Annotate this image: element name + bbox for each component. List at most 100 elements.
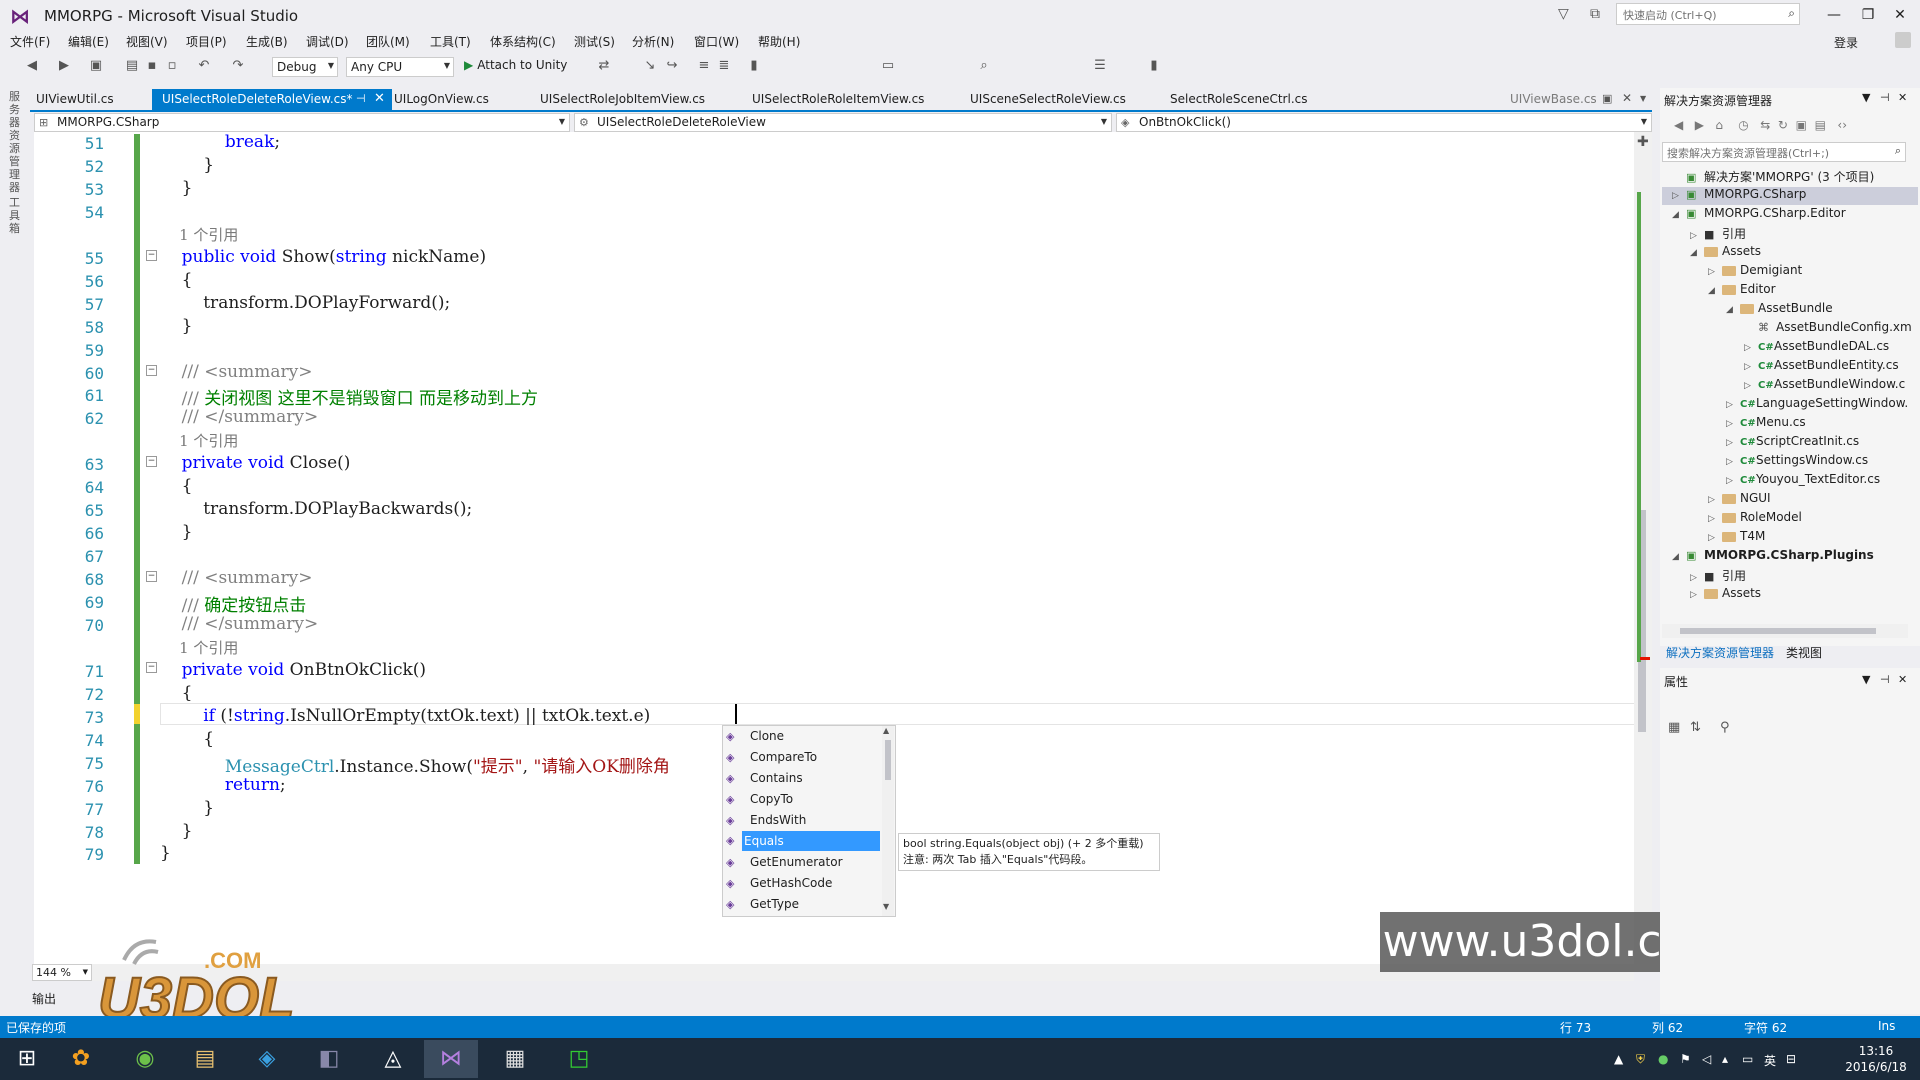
panel-menu-icon[interactable]: ▼ [1862,673,1870,686]
expanded-arrow-icon[interactable]: ◢ [1708,286,1722,296]
collapsed-arrow-icon[interactable]: ▷ [1726,438,1740,448]
menu-edit[interactable]: 编辑(E) [68,33,109,50]
home-icon[interactable]: ⌂ [1715,118,1723,132]
tab-close-icon[interactable]: ✕ [374,91,385,106]
flag-icon[interactable]: ⚑ [1680,1052,1691,1066]
collapsed-arrow-icon[interactable]: ▷ [1672,191,1686,201]
completion-item[interactable]: ◈ Contains [726,768,881,788]
tree-item[interactable]: ▷ C#Menu.cs [1726,415,1806,429]
sign-in-link[interactable]: 登录 [1834,34,1858,51]
bookmark-icon[interactable]: ▮ [746,58,762,74]
completion-item[interactable]: ◈ Equals [726,831,880,851]
tree-item[interactable]: ▷ T4M [1708,529,1765,543]
outdent-icon[interactable]: ≣ [716,58,732,74]
ime-language-indicator[interactable]: 英 [1764,1052,1776,1069]
volume-icon[interactable]: ◁ [1702,1052,1711,1066]
menu-file[interactable]: 文件(F) [10,33,50,50]
property-pages-icon[interactable]: ⚲ [1720,720,1730,735]
tab-uisceneselectroleview[interactable]: UISceneSelectRoleView.cs [970,92,1126,106]
panel-pin-icon[interactable]: ⊣ [1880,91,1890,104]
step-over-icon[interactable]: ↪ [664,58,680,74]
member-dropdown[interactable]: ◈ OnBtnOkClick() ▼ [1116,113,1652,132]
fold-icon[interactable]: − [146,250,157,261]
tab-uiviewbase[interactable]: UIViewBase.cs [1510,92,1597,106]
tree-item[interactable]: ▷ ▣ MMORPG.CSharp [1672,187,1806,201]
menu-debug[interactable]: 调试(D) [306,33,349,50]
tree-item[interactable]: ▷ C#AssetBundleEntity.cs [1744,358,1899,372]
config-select[interactable]: Debug ▼ [272,57,338,77]
tray-expand-icon[interactable]: ▲ [1614,1052,1623,1066]
tree-item[interactable]: ◢ AssetBundle [1726,301,1833,315]
collapsed-arrow-icon[interactable]: ▷ [1690,231,1704,241]
tab-uilogonview[interactable]: UILogOnView.cs [394,92,489,106]
collapsed-arrow-icon[interactable]: ▷ [1690,573,1704,583]
collapse-icon[interactable]: ▣ [1796,118,1807,132]
save-icon[interactable]: ▪ [144,58,160,74]
split-editor-icon[interactable]: ✚ [1637,134,1649,150]
tab-overflow-icon[interactable]: ▼ [1640,94,1646,103]
camtasia-icon[interactable]: ◳ [552,1040,606,1078]
open-file-icon[interactable]: ▤ [124,58,140,74]
save-all-icon[interactable]: ▫ [164,58,180,74]
collapsed-arrow-icon[interactable]: ▷ [1744,362,1758,372]
fold-icon[interactable]: − [146,365,157,376]
account-icon[interactable] [1895,32,1911,48]
completion-item[interactable]: ◈ CopyTo [726,789,881,809]
panel-close-icon[interactable]: ✕ [1898,673,1907,686]
tree-item[interactable]: ▷ C#AssetBundleWindow.c [1744,377,1905,391]
intellisense-scroll-thumb[interactable] [885,740,891,780]
window-app-icon[interactable]: ▦ [488,1040,542,1078]
tab-uiselectroledeleteroleview[interactable]: UISelectRoleDeleteRoleView.cs* [162,92,353,106]
project-dropdown[interactable]: ⊞ MMORPG.CSharp ▼ [34,113,570,132]
fold-icon[interactable]: − [146,571,157,582]
completion-item[interactable]: ◈ EndsWith [726,810,881,830]
fold-icon[interactable]: − [146,662,157,673]
menu-project[interactable]: 项目(P) [186,33,227,50]
menu-help[interactable]: 帮助(H) [758,33,800,50]
tree-item[interactable]: ▷ ■ 引用 [1690,567,1746,584]
completion-item[interactable]: ◈ GetType [726,894,881,914]
solution-search-input[interactable]: 搜索解决方案资源管理器(Ctrl+;) ⌕ [1662,142,1906,162]
tab-solution-explorer[interactable]: 解决方案资源管理器 [1666,644,1774,661]
fold-icon[interactable]: − [146,456,157,467]
notification-filter-icon[interactable]: ▽ [1558,6,1569,22]
bookmark2-icon[interactable]: ▮ [1146,58,1162,74]
menu-team[interactable]: 团队(M) [366,33,410,50]
taskbar-clock[interactable]: 13:16 2016/6/18 [1836,1043,1916,1075]
alphabetical-icon[interactable]: ⇅ [1690,720,1701,735]
tree-item[interactable]: ▷ NGUI [1708,491,1771,505]
tree-item[interactable]: ▣ 解决方案'MMORPG' (3 个项目) [1672,168,1874,185]
sync-icon[interactable]: ⇆ [1760,118,1770,132]
code-lens-reference[interactable]: 1 个引用 [160,224,238,245]
menu-view[interactable]: 视图(V) [126,33,168,50]
menu-analyze[interactable]: 分析(N) [632,33,674,50]
tree-item[interactable]: ◢ ▣ MMORPG.CSharp.Plugins [1672,548,1874,562]
attach-to-unity-button[interactable]: ▶ Attach to Unity [464,58,567,72]
step-into-icon[interactable]: ↘ [642,58,658,74]
tab-uiselectrolejobitemview[interactable]: UISelectRoleJobItemView.cs [540,92,705,106]
expanded-arrow-icon[interactable]: ◢ [1726,305,1740,315]
menu-tools[interactable]: 工具(T) [430,33,471,50]
tools-app-icon[interactable]: ◧ [302,1040,356,1078]
tab-uiviewutil[interactable]: UIViewUtil.cs [36,92,114,106]
collapsed-arrow-icon[interactable]: ▷ [1708,533,1722,543]
indent-icon[interactable]: ≡ [696,58,712,74]
browser-icon[interactable]: ◉ [118,1040,172,1078]
forward-icon[interactable]: ▶ [1695,118,1704,132]
keyboard-icon[interactable]: ⊟ [1786,1052,1796,1066]
display-icon[interactable]: ▭ [1742,1052,1753,1066]
find-icon[interactable]: ⌕ [976,58,992,74]
collapsed-arrow-icon[interactable]: ▷ [1690,590,1704,600]
tree-item[interactable]: ▷ C#AssetBundleDAL.cs [1744,339,1889,353]
expanded-arrow-icon[interactable]: ◢ [1672,552,1686,562]
browser-link-icon[interactable]: ⇄ [596,58,612,74]
tree-item[interactable]: ▷ ■ 引用 [1690,225,1746,242]
back-icon[interactable]: ◀ [1674,118,1683,132]
refresh-icon[interactable]: ↻ [1778,118,1788,132]
tree-item[interactable]: ▷ C#ScriptCreatInit.cs [1726,434,1859,448]
completion-item[interactable]: ◈ GetEnumerator [726,852,881,872]
comment-icon[interactable]: ▭ [880,58,896,74]
tree-item[interactable]: ◢ Assets [1690,244,1761,258]
scroll-up-icon[interactable]: ▲ [883,726,889,735]
collapsed-arrow-icon[interactable]: ▷ [1726,476,1740,486]
